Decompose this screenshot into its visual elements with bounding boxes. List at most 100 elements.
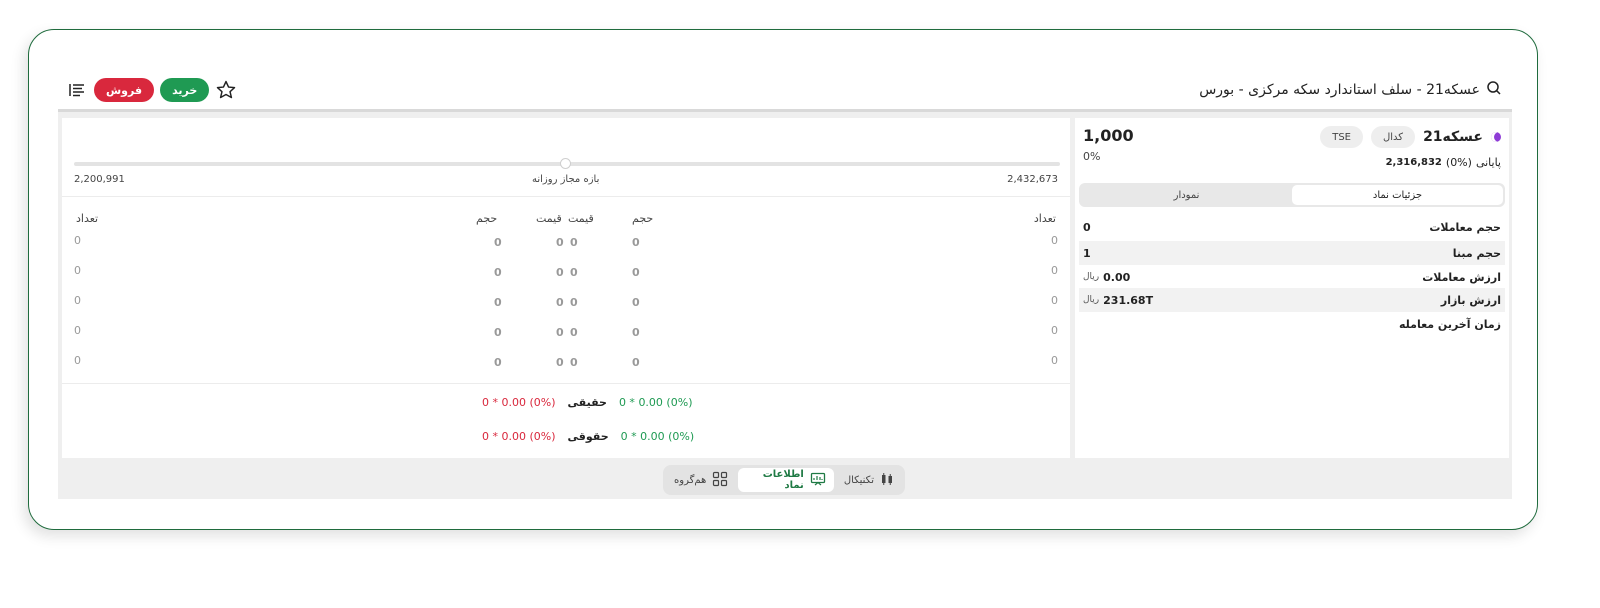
sell-volume-cell: 0 xyxy=(632,296,640,309)
main-area: 2,200,991 بازه مجاز روزانه 2,432,673 تعد… xyxy=(58,112,1512,460)
info-row-volume: حجم معاملات 0 xyxy=(1079,215,1505,239)
range-min: 2,200,991 xyxy=(74,174,125,185)
buy-count-cell: 0 xyxy=(74,234,81,247)
buy-button[interactable]: خرید xyxy=(160,78,210,102)
sell-count-cell: 0 xyxy=(1051,264,1058,277)
tab-chart[interactable]: نمودار xyxy=(1081,185,1292,205)
sell-price-cell: 0 xyxy=(570,236,578,249)
buy-price-cell: 0 xyxy=(556,326,564,339)
base-volume-value: 1 xyxy=(1083,246,1091,260)
legal-flow-row: (0%) 0.00 * 0 حقوقی (0%) 0.00 * 0 xyxy=(482,430,694,443)
buy-price-cell: 0 xyxy=(556,356,564,369)
page-title: عسکه21 - سلف استاندارد سکه مرکزی - بورس xyxy=(1199,82,1480,98)
symbol-info-panel: عسکه21 کدال TSE 1,000 0% پایانی (0%) 2,3… xyxy=(1075,118,1509,458)
buy-volume-cell: 0 xyxy=(494,236,502,249)
buy-volume-cell: 0 xyxy=(494,356,502,369)
base-volume-label: حجم مبنا xyxy=(1452,246,1501,260)
individual-label: حقیقی xyxy=(567,396,607,409)
sell-count-cell: 0 xyxy=(1051,354,1058,367)
orderbook-panel: 2,200,991 بازه مجاز روزانه 2,432,673 تعد… xyxy=(62,118,1070,458)
symbol-status-icon xyxy=(1491,132,1501,142)
buy-price-cell: 0 xyxy=(556,266,564,279)
buy-volume-cell: 0 xyxy=(494,326,502,339)
col-header-count: تعداد xyxy=(1033,212,1056,225)
info-row-last-trade-time: زمان آخرین معامله xyxy=(1079,312,1505,336)
tab-symbol-details[interactable]: جزئیات نماد xyxy=(1292,185,1503,205)
range-label: بازه مجاز روزانه xyxy=(532,174,600,185)
grid-icon xyxy=(712,471,728,490)
header: فروش خرید عسکه21 - سلف استاندارد سکه مرک… xyxy=(58,72,1512,110)
divider xyxy=(62,383,1070,384)
tab-peer-group-label: هم‌گروه xyxy=(674,474,707,486)
final-price-value: 2,316,832 xyxy=(1385,157,1442,168)
last-price-percent: 0% xyxy=(1083,150,1101,163)
sell-count-cell: 0 xyxy=(1051,234,1058,247)
sell-count-cell: 0 xyxy=(1051,294,1058,307)
tab-symbol-info[interactable]: اطلاعات نماد xyxy=(738,468,834,492)
tab-peer-group[interactable]: هم‌گروه xyxy=(666,468,736,492)
currency-unit: ریال xyxy=(1083,295,1100,305)
col-header-count: تعداد xyxy=(76,212,99,225)
bottom-tabs: تکنیکال اطلاعات نماد هم‌گروه xyxy=(663,465,905,495)
bottom-bar: تکنیکال اطلاعات نماد هم‌گروه xyxy=(58,460,1512,499)
last-price: 1,000 xyxy=(1083,126,1134,145)
individual-sell: (0%) 0.00 * 0 xyxy=(482,396,556,409)
divider xyxy=(62,196,1070,197)
market-cap-number: 231.68T xyxy=(1103,293,1154,307)
trade-value-label: ارزش معاملات xyxy=(1422,270,1501,284)
range-max: 2,432,673 xyxy=(1007,174,1058,185)
legal-buy: (0%) 0.00 * 0 xyxy=(620,430,695,443)
sell-button[interactable]: فروش xyxy=(94,78,155,102)
list-menu-icon[interactable] xyxy=(66,79,88,101)
sell-price-cell: 0 xyxy=(570,356,578,369)
tab-technical[interactable]: تکنیکال xyxy=(836,468,902,492)
symbol-header: عسکه21 کدال TSE xyxy=(1320,126,1501,148)
buy-volume-cell: 0 xyxy=(494,296,502,309)
sell-price-cell: 0 xyxy=(570,266,578,279)
market-cap-value: ریال 231.68T xyxy=(1083,294,1153,307)
detail-tabs: جزئیات نماد نمودار xyxy=(1079,183,1505,207)
info-row-market-cap: ارزش بازار ریال 231.68T xyxy=(1079,288,1505,312)
sell-volume-cell: 0 xyxy=(632,236,640,249)
sell-price-cell: 0 xyxy=(570,326,578,339)
buy-count-cell: 0 xyxy=(74,294,81,307)
presentation-chart-icon xyxy=(810,472,826,489)
buy-count-cell: 0 xyxy=(74,264,81,277)
tab-symbol-info-label: اطلاعات نماد xyxy=(762,469,804,491)
col-header-volume: حجم xyxy=(476,212,498,225)
individual-flow-row: (0%) 0.00 * 0 حقیقی (0%) 0.00 * 0 xyxy=(482,396,692,409)
sell-volume-cell: 0 xyxy=(632,356,640,369)
sell-price-cell: 0 xyxy=(570,296,578,309)
buy-count-cell: 0 xyxy=(74,324,81,337)
daily-range-knob xyxy=(560,158,571,169)
col-header-price: قیمت xyxy=(568,212,594,225)
buy-price-cell: 0 xyxy=(556,236,564,249)
info-row-trade-value: ارزش معاملات ریال 0.00 xyxy=(1079,265,1505,289)
final-price-label: پایانی xyxy=(1475,156,1501,169)
buy-volume-cell: 0 xyxy=(494,266,502,279)
individual-buy: (0%) 0.00 * 0 xyxy=(618,396,693,409)
buy-price-cell: 0 xyxy=(556,296,564,309)
volume-value: 0 xyxy=(1083,220,1091,234)
search-icon xyxy=(1486,80,1502,100)
sell-volume-cell: 0 xyxy=(632,266,640,279)
market-cap-label: ارزش بازار xyxy=(1440,293,1501,307)
sell-count-cell: 0 xyxy=(1051,324,1058,337)
tab-technical-label: تکنیکال xyxy=(843,474,874,486)
legal-label: حقوقی xyxy=(567,430,609,443)
col-header-price: قیمت xyxy=(536,212,562,225)
header-actions: فروش خرید xyxy=(66,78,237,102)
col-header-volume: حجم xyxy=(632,212,654,225)
market-chip: TSE xyxy=(1320,126,1363,148)
currency-unit: ریال xyxy=(1083,272,1100,282)
final-price-percent: (0%) xyxy=(1445,156,1472,169)
legal-sell: (0%) 0.00 * 0 xyxy=(482,430,556,443)
symbol-search[interactable]: عسکه21 - سلف استاندارد سکه مرکزی - بورس xyxy=(1199,80,1502,100)
codal-chip[interactable]: کدال xyxy=(1371,126,1416,148)
symbol-name: عسکه21 xyxy=(1423,129,1483,145)
star-icon[interactable] xyxy=(215,79,237,101)
sell-volume-cell: 0 xyxy=(632,326,640,339)
buy-count-cell: 0 xyxy=(74,354,81,367)
final-price-row: پایانی (0%) 2,316,832 xyxy=(1386,156,1501,169)
candlestick-icon xyxy=(880,472,894,489)
